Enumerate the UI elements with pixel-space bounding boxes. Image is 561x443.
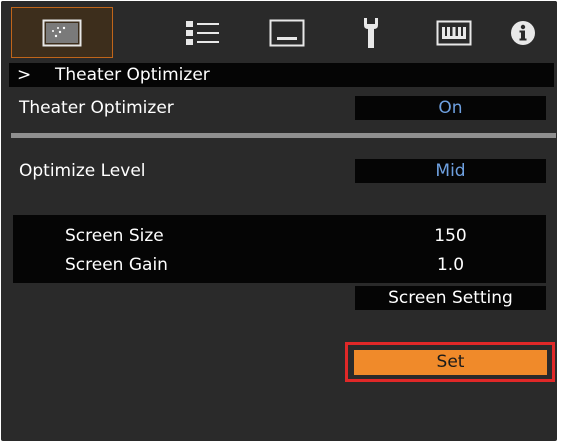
tab-setup[interactable] bbox=[343, 7, 399, 58]
wrench-icon bbox=[361, 16, 381, 50]
menu-window: > Theater Optimizer Theater Optimizer On … bbox=[1, 1, 557, 441]
tab-picture-adjust[interactable] bbox=[11, 7, 113, 58]
screen-size-label: Screen Size bbox=[65, 226, 164, 246]
section-divider bbox=[11, 133, 556, 138]
breadcrumb-title: Theater Optimizer bbox=[55, 65, 210, 85]
picture-adjust-icon bbox=[42, 19, 82, 47]
theater-optimizer-value[interactable]: On bbox=[355, 96, 546, 120]
set-button[interactable]: Set bbox=[354, 350, 547, 375]
screen-setting-button[interactable]: Screen Setting bbox=[355, 286, 546, 310]
screen-gain-value: 1.0 bbox=[436, 255, 465, 275]
input-settings-icon bbox=[183, 18, 221, 48]
theater-optimizer-label: Theater Optimizer bbox=[19, 98, 174, 118]
tab-input-settings[interactable] bbox=[174, 7, 230, 58]
breadcrumb-arrow: > bbox=[17, 65, 32, 85]
optimize-level-label: Optimize Level bbox=[19, 161, 146, 181]
screen-size-value: 150 bbox=[434, 226, 467, 246]
tab-network[interactable] bbox=[426, 7, 482, 58]
screen-info-panel: Screen Size 150 Screen Gain 1.0 bbox=[13, 215, 546, 283]
optimize-level-value[interactable]: Mid bbox=[355, 159, 546, 183]
display-icon bbox=[269, 19, 305, 47]
breadcrumb: > Theater Optimizer bbox=[9, 63, 554, 87]
tab-information[interactable] bbox=[501, 7, 545, 58]
info-icon bbox=[510, 20, 536, 46]
network-icon bbox=[436, 20, 472, 46]
menu-tab-bar bbox=[1, 1, 557, 61]
screen-gain-label: Screen Gain bbox=[65, 255, 168, 275]
tab-display[interactable] bbox=[259, 7, 315, 58]
